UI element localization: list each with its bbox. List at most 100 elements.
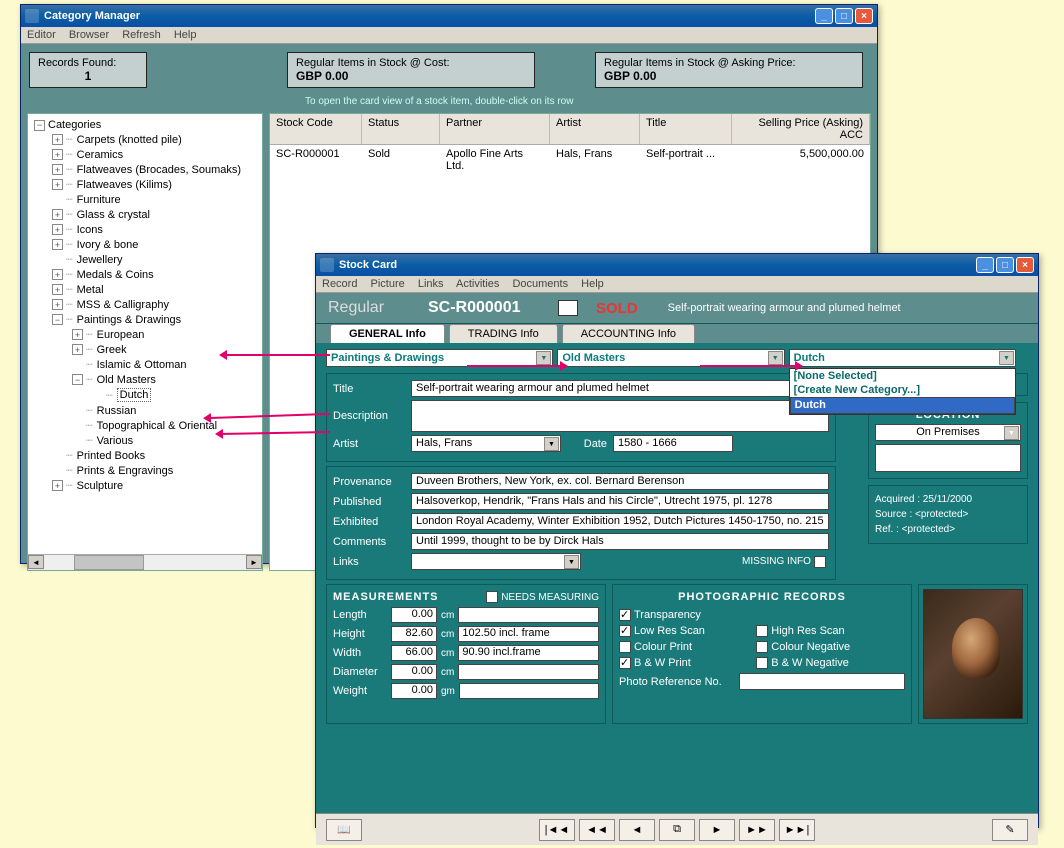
col-status[interactable]: Status <box>362 114 440 144</box>
links-select[interactable]: ▼ <box>411 553 581 570</box>
collapse-icon[interactable]: − <box>34 120 45 131</box>
next-page-button[interactable]: ►► <box>739 819 775 841</box>
menu-help[interactable]: Help <box>581 278 604 290</box>
height-input[interactable]: 82.60 <box>391 626 437 642</box>
tree-item[interactable]: Furniture <box>77 194 121 206</box>
chevron-down-icon[interactable]: ▼ <box>999 351 1014 365</box>
tree-item[interactable]: Various <box>97 435 133 447</box>
tree-item[interactable]: Ceramics <box>77 149 123 161</box>
tree-item-dutch[interactable]: Dutch <box>117 388 152 402</box>
menu-record[interactable]: Record <box>322 278 357 290</box>
expand-icon[interactable]: + <box>52 224 63 235</box>
tab-trading[interactable]: TRADING Info <box>449 324 558 343</box>
tree-item[interactable]: Glass & crystal <box>77 209 150 221</box>
bwn-checkbox[interactable] <box>756 657 768 669</box>
scroll-thumb[interactable] <box>74 555 144 570</box>
tree-item[interactable]: Flatweaves (Kilims) <box>77 179 172 191</box>
menu-editor[interactable]: Editor <box>27 29 56 41</box>
expand-icon[interactable]: + <box>72 329 83 340</box>
current-button[interactable]: ⧉ <box>659 819 695 841</box>
chevron-down-icon[interactable]: ▼ <box>768 351 783 365</box>
dd-item-none[interactable]: [None Selected] <box>790 369 1015 383</box>
expand-icon[interactable]: + <box>52 239 63 250</box>
expand-icon[interactable]: + <box>52 480 63 491</box>
title-input[interactable]: Self-portrait wearing armour and plumed … <box>411 380 829 397</box>
menu-browser[interactable]: Browser <box>69 29 109 41</box>
tree-item-oldmasters[interactable]: Old Masters <box>97 374 156 386</box>
height-extra[interactable]: 102.50 incl. frame <box>458 626 599 642</box>
maximize-button[interactable]: □ <box>835 8 853 24</box>
chevron-down-icon[interactable]: ▼ <box>1004 426 1019 440</box>
hires-checkbox[interactable] <box>756 625 768 637</box>
length-input[interactable]: 0.00 <box>391 607 437 623</box>
expand-icon[interactable]: + <box>52 299 63 310</box>
cmgr-titlebar[interactable]: Category Manager _ □ × <box>21 5 877 27</box>
menu-picture[interactable]: Picture <box>371 278 405 290</box>
scroll-right-button[interactable]: ► <box>246 555 262 569</box>
tree-item[interactable]: Islamic & Ottoman <box>97 359 187 371</box>
col-artist[interactable]: Artist <box>550 114 640 144</box>
width-input[interactable]: 66.00 <box>391 645 437 661</box>
tree-item[interactable]: MSS & Calligraphy <box>77 299 169 311</box>
transparency-checkbox[interactable] <box>619 609 631 621</box>
minimize-button[interactable]: _ <box>815 8 833 24</box>
signature-button[interactable]: ✎ <box>992 819 1028 841</box>
needs-measuring-checkbox[interactable] <box>486 591 498 603</box>
tree-item[interactable]: Ivory & bone <box>77 239 139 251</box>
tree-root[interactable]: Categories <box>48 119 101 131</box>
tree-item[interactable]: Carpets (knotted pile) <box>77 134 182 146</box>
tree-item[interactable]: Greek <box>97 344 127 356</box>
expand-icon[interactable]: + <box>52 269 63 280</box>
tree-item[interactable]: Metal <box>77 284 104 296</box>
menu-activities[interactable]: Activities <box>456 278 499 290</box>
cneg-checkbox[interactable] <box>756 641 768 653</box>
expand-icon[interactable]: + <box>52 134 63 145</box>
tree-item[interactable]: Sculpture <box>77 480 123 492</box>
tree-h-scrollbar[interactable]: ◄ ► <box>28 554 262 570</box>
date-input[interactable]: 1580 - 1666 <box>613 435 733 452</box>
col-partner[interactable]: Partner <box>440 114 550 144</box>
close-button[interactable]: × <box>855 8 873 24</box>
tree-item[interactable]: Prints & Engravings <box>77 465 174 477</box>
prev-button[interactable]: ◄ <box>619 819 655 841</box>
tab-accounting[interactable]: ACCOUNTING Info <box>562 324 695 343</box>
photoref-input[interactable] <box>739 673 905 690</box>
next-button[interactable]: ► <box>699 819 735 841</box>
expand-icon[interactable]: + <box>52 284 63 295</box>
col-title[interactable]: Title <box>640 114 732 144</box>
weight-extra[interactable] <box>459 683 599 699</box>
menu-refresh[interactable]: Refresh <box>122 29 161 41</box>
artwork-thumbnail[interactable] <box>923 589 1023 719</box>
tab-general[interactable]: GENERAL Info <box>330 324 445 343</box>
first-button[interactable]: |◄◄ <box>539 819 575 841</box>
bwp-checkbox[interactable] <box>619 657 631 669</box>
chevron-down-icon[interactable]: ▼ <box>564 555 579 569</box>
tree-item[interactable]: Medals & Coins <box>77 269 154 281</box>
scroll-left-button[interactable]: ◄ <box>28 555 44 569</box>
pub-input[interactable]: Halsoverkop, Hendrik, "Frans Hals and hi… <box>411 493 829 510</box>
diameter-input[interactable]: 0.00 <box>391 664 437 680</box>
expand-icon[interactable]: + <box>52 149 63 160</box>
close-button[interactable]: × <box>1016 257 1034 273</box>
collapse-icon[interactable]: − <box>72 374 83 385</box>
menu-help[interactable]: Help <box>174 29 197 41</box>
prev-page-button[interactable]: ◄◄ <box>579 819 615 841</box>
book-button[interactable]: 📖 <box>326 819 362 841</box>
tree-item[interactable]: Jewellery <box>77 254 123 266</box>
expand-icon[interactable]: + <box>52 209 63 220</box>
expand-icon[interactable]: + <box>72 344 83 355</box>
menu-links[interactable]: Links <box>418 278 444 290</box>
category3-dropdown[interactable]: [None Selected] [Create New Category...]… <box>789 368 1016 415</box>
last-button[interactable]: ►►| <box>779 819 815 841</box>
location-select[interactable]: On Premises▼ <box>875 424 1021 441</box>
tree-item[interactable]: European <box>97 329 145 341</box>
tree-item[interactable]: Icons <box>77 224 103 236</box>
category3-select[interactable]: Dutch▼ [None Selected] [Create New Categ… <box>789 349 1016 367</box>
col-price[interactable]: Selling Price (Asking) ACC <box>732 114 870 144</box>
location-note[interactable] <box>875 444 1021 472</box>
tree-item[interactable]: Flatweaves (Brocades, Soumaks) <box>77 164 241 176</box>
lores-checkbox[interactable] <box>619 625 631 637</box>
desc-input[interactable] <box>411 400 829 432</box>
exh-input[interactable]: London Royal Academy, Winter Exhibition … <box>411 513 829 530</box>
dd-item-create[interactable]: [Create New Category...] <box>790 383 1015 397</box>
